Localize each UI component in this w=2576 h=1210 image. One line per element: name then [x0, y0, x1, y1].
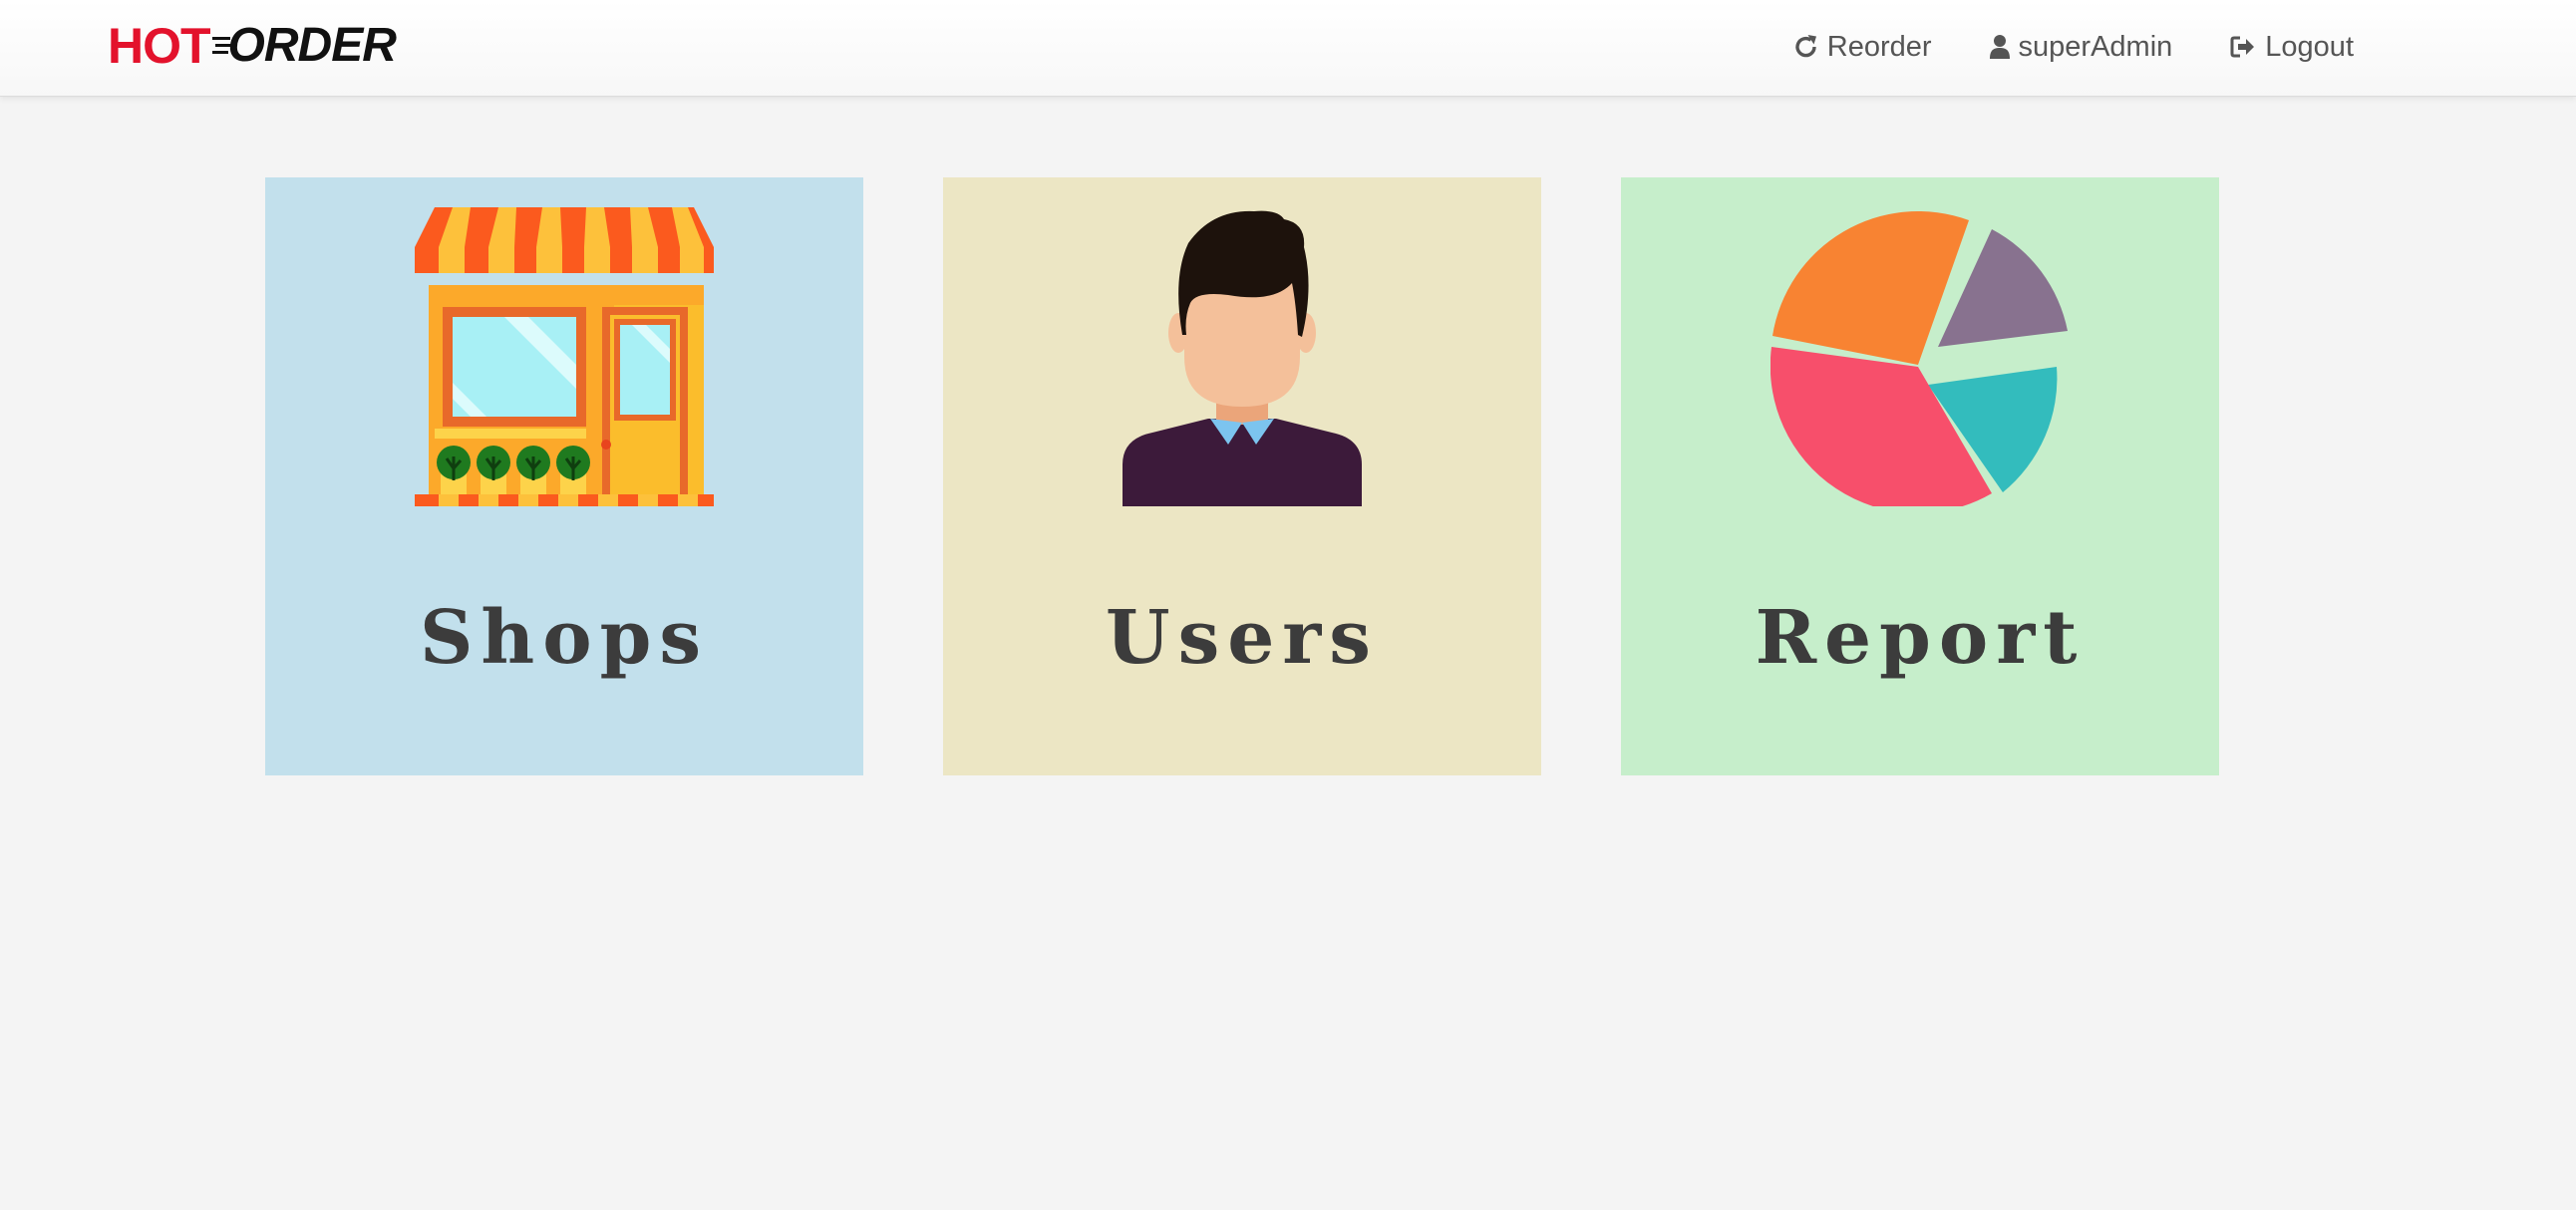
brand-logo-order: ORDER — [227, 19, 397, 72]
shops-tile-label: Shops — [419, 595, 709, 681]
logout-label: Logout — [2265, 30, 2354, 63]
pie-chart-icon — [1771, 211, 2068, 506]
brand-logo-hot: HOT — [108, 18, 211, 74]
logout-link[interactable]: Logout — [2230, 31, 2354, 64]
nav-links: Reorder superAdmin Logout — [1737, 0, 2354, 94]
report-tile-label: Report — [1755, 595, 2086, 681]
user-icon — [1989, 35, 2010, 59]
shops-tile[interactable]: Shops — [265, 177, 863, 775]
user-menu-link[interactable]: superAdmin — [1989, 30, 2173, 64]
logout-icon — [2230, 36, 2255, 58]
user-avatar-icon — [1123, 210, 1362, 506]
users-tile-label: Users — [1106, 595, 1379, 681]
user-menu-label: superAdmin — [2018, 30, 2173, 63]
report-tile[interactable]: Report — [1621, 177, 2219, 775]
top-navbar: HOT ORDER Reorder superAdmin Logout — [0, 0, 2576, 97]
reorder-label: Reorder — [1826, 30, 1932, 63]
users-tile[interactable]: Users — [943, 177, 1541, 775]
refresh-icon — [1795, 35, 1816, 58]
shop-icon — [415, 207, 714, 506]
reorder-link[interactable]: Reorder — [1794, 31, 1932, 64]
brand-logo[interactable]: HOT ORDER — [108, 18, 397, 74]
